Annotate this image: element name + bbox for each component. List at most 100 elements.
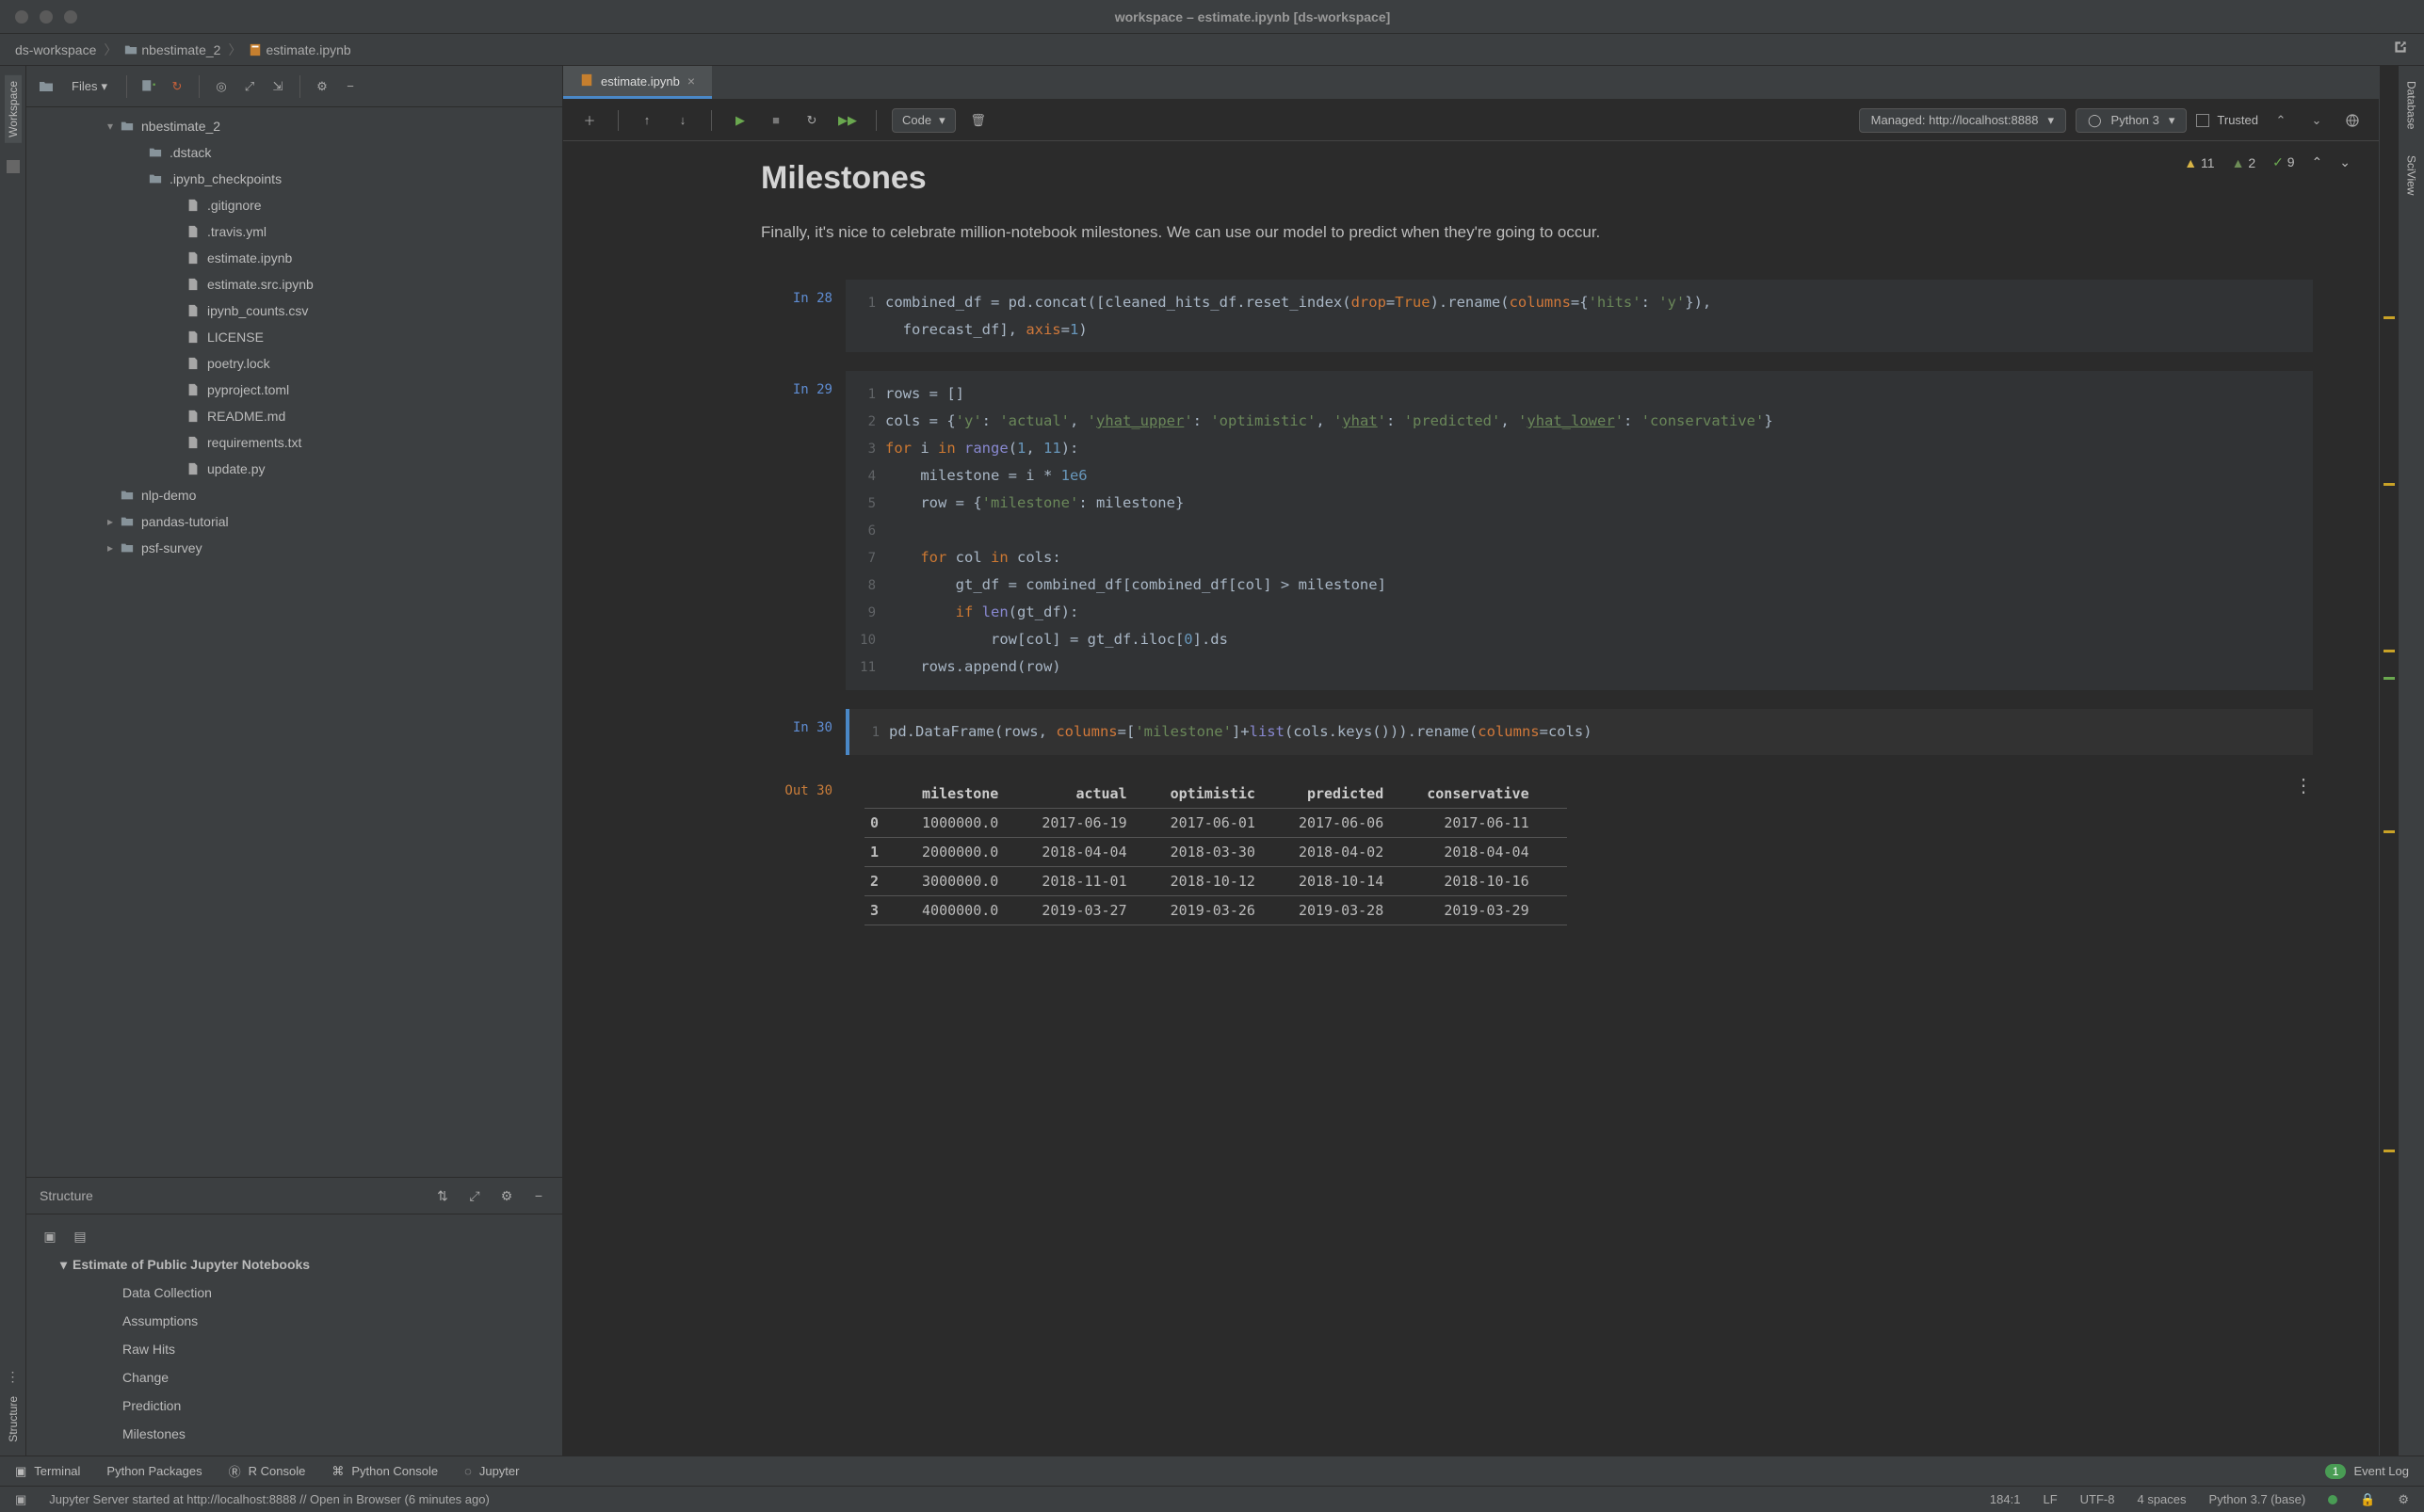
add-cell-icon[interactable]: ＋ <box>576 107 603 134</box>
target-icon[interactable]: ◎ <box>211 76 232 97</box>
database-tool-window-button[interactable]: Database <box>2403 75 2420 135</box>
trash-icon[interactable]: 🗑 <box>965 107 992 134</box>
code-line[interactable]: 9 if len(gt_df): <box>859 599 2300 626</box>
run-all-icon[interactable]: ▶▶ <box>834 107 861 134</box>
jupyter-tool[interactable]: ◌ Jupyter <box>464 1464 519 1478</box>
breadcrumb-project[interactable]: ds-workspace <box>15 42 96 57</box>
line-separator[interactable]: LF <box>2043 1492 2057 1506</box>
code-line[interactable]: 11 rows.append(row) <box>859 653 2300 681</box>
directory-icon[interactable] <box>36 76 57 97</box>
trusted-checkbox[interactable]: Trusted <box>2196 113 2258 127</box>
tree-item[interactable]: ipynb_counts.csv <box>26 298 562 324</box>
file-encoding[interactable]: UTF-8 <box>2080 1492 2115 1506</box>
code-block[interactable]: 1rows = []2cols = {'y': 'actual', 'yhat_… <box>846 371 2313 690</box>
run-cell-icon[interactable]: ▶ <box>727 107 753 134</box>
collapse-all-icon[interactable]: ⇲ <box>267 76 288 97</box>
code-block[interactable]: 1combined_df = pd.concat([cleaned_hits_d… <box>846 280 2313 352</box>
tree-item[interactable]: update.py <box>26 456 562 482</box>
terminal-tool[interactable]: ▣ Terminal <box>15 1464 80 1479</box>
tree-item[interactable]: pyproject.toml <box>26 377 562 403</box>
sort-icon[interactable]: ⇅ <box>432 1185 453 1206</box>
sciview-tool-window-button[interactable]: SciView <box>2403 150 2420 201</box>
expand-all-icon[interactable]: ⤢ <box>239 76 260 97</box>
tree-item[interactable]: requirements.txt <box>26 429 562 456</box>
tree-item[interactable]: .ipynb_checkpoints <box>26 166 562 192</box>
tree-item[interactable]: README.md <box>26 403 562 429</box>
tree-item[interactable]: ▾nbestimate_2 <box>26 113 562 139</box>
stop-icon[interactable]: ■ <box>763 107 789 134</box>
gear-icon[interactable]: ⚙ <box>312 76 332 97</box>
tree-item[interactable]: .travis.yml <box>26 218 562 245</box>
event-log-tool[interactable]: 1 Event Log <box>2325 1464 2409 1479</box>
r-console-tool[interactable]: Ⓡ R Console <box>229 1462 306 1480</box>
code-line[interactable]: 8 gt_df = combined_df[combined_df[col] >… <box>859 571 2300 599</box>
move-up-icon[interactable]: ↑ <box>634 107 660 134</box>
new-file-icon[interactable] <box>138 76 159 97</box>
server-selector[interactable]: Managed: http://localhost:8888 ▾ <box>1859 108 2066 133</box>
lock-icon[interactable]: 🔒 <box>2360 1492 2375 1507</box>
code-line[interactable]: 6 <box>859 517 2300 544</box>
tree-item[interactable]: ▸psf-survey <box>26 535 562 561</box>
inspection-counters[interactable]: ▲ 11 ▲ 2 ✓ 9 ⌃ ⌄ <box>2184 154 2351 170</box>
file-tree[interactable]: ▾nbestimate_2.dstack.ipynb_checkpoints.g… <box>26 107 562 1177</box>
expand-icon[interactable]: ⤢ <box>464 1185 485 1206</box>
code-block[interactable]: 1pd.DataFrame(rows, columns=['milestone'… <box>846 709 2313 755</box>
code-line[interactable]: 2cols = {'y': 'actual', 'yhat_upper': 'o… <box>859 408 2300 435</box>
code-line[interactable]: forecast_df], axis=1) <box>859 316 2300 343</box>
tree-item[interactable]: estimate.ipynb <box>26 245 562 271</box>
structure-item[interactable]: Raw Hits <box>26 1335 562 1363</box>
interpreter-info[interactable]: Python 3.7 (base) <box>2209 1492 2306 1506</box>
restart-icon[interactable]: ↻ <box>799 107 825 134</box>
close-tab-icon[interactable]: × <box>687 73 695 88</box>
close-window-icon[interactable] <box>15 10 28 24</box>
structure-view-icon[interactable]: ▣ <box>40 1226 60 1247</box>
code-line[interactable]: 3for i in range(1, 11): <box>859 435 2300 462</box>
settings-icon[interactable]: ⚙ <box>2398 1492 2409 1507</box>
maximize-window-icon[interactable] <box>64 10 77 24</box>
error-stripe[interactable] <box>2379 66 2398 1456</box>
minus-icon[interactable]: − <box>340 76 361 97</box>
structure-tree[interactable]: ▣ ▤ ▾Estimate of Public Jupyter Notebook… <box>26 1214 562 1456</box>
structure-item[interactable]: Data Collection <box>26 1279 562 1307</box>
chevron-down-nav-icon[interactable]: ⌄ <box>2303 107 2330 134</box>
tree-item[interactable]: .gitignore <box>26 192 562 218</box>
refresh-icon[interactable]: ↻ <box>167 76 187 97</box>
python-console-tool[interactable]: ⌘ Python Console <box>331 1464 438 1479</box>
files-dropdown-button[interactable]: Files ▾ <box>64 75 115 98</box>
tool-window-icon[interactable] <box>7 160 20 173</box>
code-line[interactable]: 5 row = {'milestone': milestone} <box>859 490 2300 517</box>
chevron-down-icon[interactable]: ⌄ <box>2339 154 2351 170</box>
workspace-tool-window-button[interactable]: Workspace <box>5 75 22 143</box>
chevron-up-icon[interactable]: ⌃ <box>2268 107 2294 134</box>
kernel-selector[interactable]: ◯ Python 3 ▾ <box>2076 108 2187 133</box>
tool-windows-icon[interactable]: ▣ <box>15 1492 26 1507</box>
structure-tool-window-button[interactable]: Structure <box>5 1391 22 1448</box>
tree-item[interactable]: nlp-demo <box>26 482 562 508</box>
structure-root[interactable]: ▾Estimate of Public Jupyter Notebooks <box>26 1250 562 1279</box>
code-line[interactable]: 1pd.DataFrame(rows, columns=['milestone'… <box>863 718 2300 746</box>
code-cell-in28[interactable]: In 28 1combined_df = pd.concat([cleaned_… <box>761 280 2313 352</box>
structure-item[interactable]: Milestones <box>26 1420 562 1448</box>
structure-item[interactable]: Assumptions <box>26 1307 562 1335</box>
indent-info[interactable]: 4 spaces <box>2137 1492 2186 1506</box>
open-in-editor-icon[interactable] <box>2392 39 2409 60</box>
move-down-icon[interactable]: ↓ <box>670 107 696 134</box>
globe-icon[interactable] <box>2339 107 2366 134</box>
gear-icon[interactable]: ⚙ <box>496 1185 517 1206</box>
structure-view2-icon[interactable]: ▤ <box>70 1226 90 1247</box>
chevron-up-icon[interactable]: ⌃ <box>2312 154 2323 170</box>
breadcrumb-file[interactable]: estimate.ipynb <box>266 42 350 57</box>
tree-item[interactable]: poetry.lock <box>26 350 562 377</box>
structure-item[interactable]: Change <box>26 1363 562 1391</box>
code-line[interactable]: 1combined_df = pd.concat([cleaned_hits_d… <box>859 289 2300 316</box>
code-cell-in29[interactable]: In 29 1rows = []2cols = {'y': 'actual', … <box>761 371 2313 690</box>
breadcrumb-folder[interactable]: nbestimate_2 <box>141 42 220 57</box>
tab-estimate[interactable]: estimate.ipynb × <box>563 66 712 99</box>
code-line[interactable]: 10 row[col] = gt_df.iloc[0].ds <box>859 626 2300 653</box>
tree-item[interactable]: LICENSE <box>26 324 562 350</box>
output-menu-icon[interactable]: ⋮ <box>2294 774 2313 797</box>
tree-item[interactable]: .dstack <box>26 139 562 166</box>
notebook-body[interactable]: ▲ 11 ▲ 2 ✓ 9 ⌃ ⌄ Milestones Finally, it'… <box>563 141 2379 1456</box>
caret-position[interactable]: 184:1 <box>1990 1492 2021 1506</box>
tree-item[interactable]: ▸pandas-tutorial <box>26 508 562 535</box>
